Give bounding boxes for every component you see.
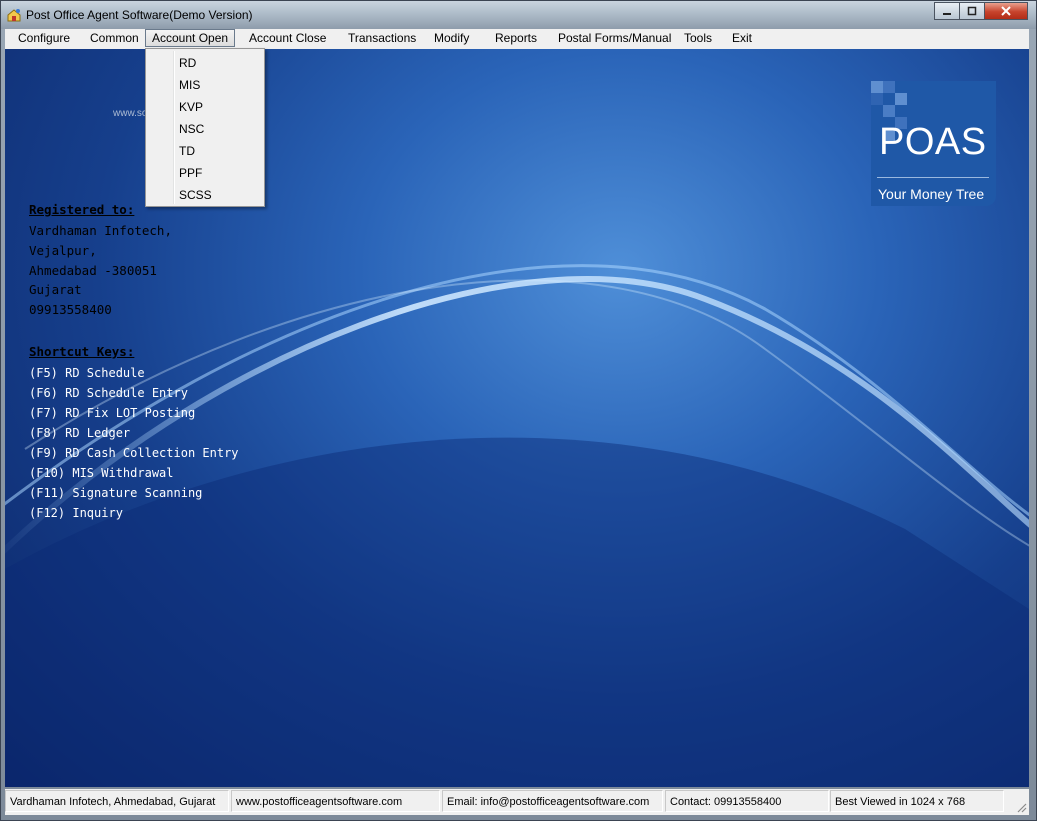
menu-bar: Configure Common Account Open Account Cl… bbox=[5, 29, 1029, 50]
logo-title: POAS bbox=[879, 121, 987, 163]
menu-account-close[interactable]: Account Close bbox=[243, 30, 332, 46]
maximize-button[interactable] bbox=[959, 2, 985, 20]
status-email: Email: info@postofficeagentsoftware.com bbox=[442, 790, 663, 812]
menu-exit[interactable]: Exit bbox=[726, 30, 758, 46]
shortcut-item: (F6) RD Schedule Entry bbox=[29, 386, 188, 400]
status-company: Vardhaman Infotech, Ahmedabad, Gujarat bbox=[5, 790, 229, 812]
shortcut-item: (F12) Inquiry bbox=[29, 506, 123, 520]
minimize-icon bbox=[943, 13, 951, 15]
status-bar: Vardhaman Infotech, Ahmedabad, Gujarat w… bbox=[5, 789, 1029, 815]
registration-line: Ahmedabad -380051 bbox=[29, 262, 157, 278]
menu-item-scss[interactable]: SCSS bbox=[179, 186, 212, 204]
menu-common[interactable]: Common bbox=[84, 30, 145, 46]
menu-item-ppf[interactable]: PPF bbox=[179, 164, 202, 182]
menu-item-nsc[interactable]: NSC bbox=[179, 120, 204, 138]
shortcut-heading: Shortcut Keys: bbox=[29, 344, 135, 359]
minimize-button[interactable] bbox=[934, 2, 960, 20]
title-bar[interactable]: Post Office Agent Software(Demo Version) bbox=[1, 1, 1036, 29]
window-title: Post Office Agent Software(Demo Version) bbox=[26, 8, 253, 22]
logo-divider bbox=[877, 177, 989, 178]
menu-item-mis[interactable]: MIS bbox=[179, 76, 200, 94]
account-open-dropdown: RD MIS KVP NSC TD PPF SCSS bbox=[145, 48, 265, 207]
shortcut-item: (F11) Signature Scanning bbox=[29, 486, 203, 500]
menu-item-rd[interactable]: RD bbox=[179, 54, 196, 72]
resize-grip-icon[interactable] bbox=[1015, 801, 1027, 813]
shortcut-item: (F7) RD Fix LOT Posting bbox=[29, 406, 196, 420]
menu-item-kvp[interactable]: KVP bbox=[179, 98, 203, 116]
menu-item-td[interactable]: TD bbox=[179, 142, 195, 160]
menu-modify[interactable]: Modify bbox=[428, 30, 475, 46]
dropdown-gutter bbox=[173, 51, 175, 204]
shortcut-item: (F8) RD Ledger bbox=[29, 426, 131, 440]
status-resolution: Best Viewed in 1024 x 768 bbox=[830, 790, 1004, 812]
menu-reports[interactable]: Reports bbox=[489, 30, 543, 46]
menu-postal-forms[interactable]: Postal Forms/Manual bbox=[552, 30, 677, 46]
registration-phone: 09913558400 bbox=[29, 302, 112, 318]
app-window: Post Office Agent Software(Demo Version)… bbox=[0, 0, 1037, 821]
registration-line: Vardhaman Infotech, bbox=[29, 223, 172, 238]
logo-tagline: Your Money Tree bbox=[878, 186, 985, 202]
menu-transactions[interactable]: Transactions bbox=[342, 30, 422, 46]
status-website: www.postofficeagentsoftware.com bbox=[231, 790, 440, 812]
menu-tools[interactable]: Tools bbox=[678, 30, 718, 46]
app-icon bbox=[7, 9, 21, 22]
window-controls bbox=[934, 2, 1028, 21]
shortcut-item: (F10) MIS Withdrawal bbox=[29, 466, 174, 480]
shortcut-keys-block: Shortcut Keys: (F5) RD Schedule (F6) RD … bbox=[29, 344, 239, 523]
shortcut-item: (F5) RD Schedule bbox=[29, 366, 145, 380]
restore-icon bbox=[967, 6, 977, 16]
status-contact: Contact: 09913558400 bbox=[665, 790, 829, 812]
registration-block: Registered to: Vardhaman Infotech, Vejal… bbox=[29, 202, 172, 320]
registration-line: Gujarat bbox=[29, 282, 82, 298]
menu-account-open[interactable]: Account Open bbox=[145, 29, 236, 47]
poas-logo: POAS Your Money Tree bbox=[871, 81, 996, 206]
close-button[interactable] bbox=[984, 2, 1028, 20]
menu-configure[interactable]: Configure bbox=[12, 30, 76, 46]
shortcut-item: (F9) RD Cash Collection Entry bbox=[29, 446, 239, 460]
registration-line: Vejalpur, bbox=[29, 242, 97, 258]
close-icon bbox=[1001, 6, 1011, 16]
